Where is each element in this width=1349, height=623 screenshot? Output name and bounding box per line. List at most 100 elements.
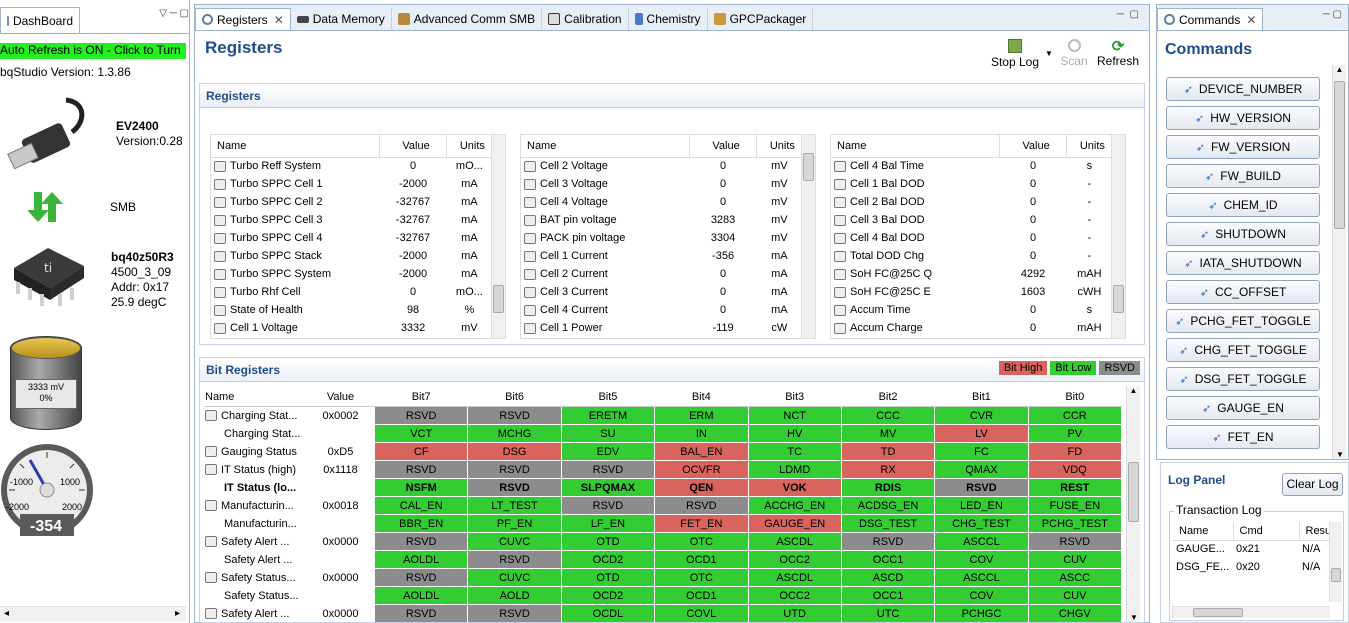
- refresh-button[interactable]: ⟳ Refresh: [1095, 39, 1141, 68]
- stop-log-button[interactable]: Stop Log: [985, 39, 1045, 69]
- table-row[interactable]: Accum Time 0 s: [831, 301, 1113, 319]
- register-header[interactable]: Units: [756, 135, 804, 158]
- table-row[interactable]: IT Status (lo... NSFM RSVD SLPQMAX QEN VOK RDI…: [204, 478, 1122, 497]
- table-row[interactable]: Cell 4 Bal DOD 0 -: [831, 229, 1113, 247]
- bit-registers-vscroll[interactable]: ▲ ▼: [1126, 386, 1140, 622]
- bit-cell[interactable]: ASCCL: [934, 568, 1029, 587]
- table-row[interactable]: Safety Status... AOLDL AOLD OCD2 OCD1 OCC2 OCC…: [204, 586, 1122, 605]
- bit-cell[interactable]: CUV: [1027, 550, 1122, 569]
- table-row[interactable]: Cell 2 Current 0 mA: [521, 265, 803, 283]
- bit-cell[interactable]: TD: [840, 442, 936, 461]
- bit-scroll-thumb[interactable]: [1128, 462, 1139, 522]
- bit-cell[interactable]: OTD: [560, 568, 656, 587]
- table-row[interactable]: Accum Charge 0 mAH: [831, 319, 1113, 337]
- bit-cell[interactable]: TC: [747, 442, 842, 461]
- bit-cell[interactable]: CUVC: [467, 532, 562, 551]
- log-header-cmd[interactable]: Cmd: [1233, 522, 1300, 541]
- table-row[interactable]: Turbo SPPC Stack -2000 mA: [211, 247, 493, 265]
- bit-cell[interactable]: OCD2: [560, 586, 656, 605]
- table-row[interactable]: PACK pin voltage 3304 mV: [521, 229, 803, 247]
- bit-header[interactable]: Bit1: [934, 386, 1029, 407]
- register-table-vscroll[interactable]: [1111, 135, 1125, 338]
- bit-cell[interactable]: ASCDL: [747, 532, 842, 551]
- bit-cell[interactable]: PCHGC: [934, 604, 1029, 622]
- bit-cell[interactable]: CUVC: [467, 568, 562, 587]
- bit-cell[interactable]: OCC1: [840, 550, 936, 569]
- scan-button[interactable]: Scan: [1057, 39, 1091, 68]
- table-row[interactable]: GAUGE... 0x21 N/A: [1173, 540, 1331, 558]
- bit-cell[interactable]: OCD2: [560, 550, 656, 569]
- bit-cell[interactable]: LF_EN: [560, 514, 656, 533]
- bit-cell[interactable]: UTD: [747, 604, 842, 622]
- bit-cell[interactable]: FET_EN: [654, 514, 749, 533]
- tab-chemistry[interactable]: Chemistry: [629, 8, 708, 30]
- bit-cell[interactable]: RX: [840, 460, 936, 479]
- tab-dashboard[interactable]: DashBoard: [0, 7, 80, 33]
- command-button[interactable]: ➶ FET_EN: [1166, 425, 1320, 449]
- bit-cell[interactable]: OCVFR: [654, 460, 749, 479]
- bit-cell[interactable]: ASCD: [840, 568, 936, 587]
- bit-cell[interactable]: AOLD: [467, 586, 562, 605]
- bit-cell[interactable]: MCHG: [467, 424, 562, 443]
- table-row[interactable]: Cell 4 Voltage 0 mV: [521, 193, 803, 211]
- tab-calibration[interactable]: Calibration: [542, 8, 629, 30]
- tab-commands[interactable]: Commands ✕: [1157, 8, 1264, 30]
- table-row[interactable]: Turbo SPPC Cell 2 -32767 mA: [211, 193, 493, 211]
- bit-cell[interactable]: COV: [934, 550, 1029, 569]
- bit-cell[interactable]: RSVD: [560, 496, 656, 515]
- command-button[interactable]: ➶ CHEM_ID: [1166, 193, 1320, 217]
- register-header[interactable]: Units: [1066, 135, 1114, 158]
- dashboard-hscroll[interactable]: ◂ ▸: [0, 606, 186, 622]
- bit-cell[interactable]: DSG: [467, 442, 562, 461]
- bit-cell[interactable]: LV: [934, 424, 1029, 443]
- command-button[interactable]: ➶ HW_VERSION: [1166, 106, 1320, 130]
- bit-cell[interactable]: OCD1: [654, 586, 749, 605]
- bit-cell[interactable]: RSVD: [840, 532, 936, 551]
- bit-cell[interactable]: ACDSG_EN: [840, 496, 936, 515]
- bit-cell[interactable]: BAL_EN: [654, 442, 749, 461]
- table-row[interactable]: IT Status (high) 0x1118 RSVD RSVD RSVD OCVFR L…: [204, 460, 1122, 479]
- bit-cell[interactable]: IN: [654, 424, 749, 443]
- bit-cell[interactable]: AOLDL: [373, 586, 469, 605]
- bit-cell[interactable]: ASCC: [1027, 568, 1122, 587]
- bit-cell[interactable]: CVR: [934, 406, 1029, 425]
- bit-cell[interactable]: NSFM: [373, 478, 469, 497]
- register-table-vscroll[interactable]: [491, 135, 505, 338]
- commands-scroll-thumb[interactable]: [1334, 81, 1345, 229]
- bit-cell[interactable]: VOK: [747, 478, 842, 497]
- bit-cell[interactable]: RSVD: [934, 478, 1029, 497]
- bit-cell[interactable]: PV: [1027, 424, 1122, 443]
- bit-cell[interactable]: RSVD: [467, 478, 562, 497]
- close-icon[interactable]: ✕: [1246, 13, 1256, 27]
- command-button[interactable]: ➶ DSG_FET_TOGGLE: [1166, 367, 1320, 391]
- commands-vscroll[interactable]: ▲ ▼: [1332, 65, 1346, 459]
- bit-cell[interactable]: RSVD: [373, 406, 469, 425]
- bit-cell[interactable]: COVL: [654, 604, 749, 622]
- tab-data-memory[interactable]: Data Memory: [291, 8, 392, 30]
- bit-cell[interactable]: SU: [560, 424, 656, 443]
- bit-cell[interactable]: ASCDL: [747, 568, 842, 587]
- bit-cell[interactable]: CHG_TEST: [934, 514, 1029, 533]
- command-button[interactable]: ➶ CC_OFFSET: [1166, 280, 1320, 304]
- bit-cell[interactable]: RSVD: [373, 568, 469, 587]
- command-button[interactable]: ➶ PCHG_FET_TOGGLE: [1166, 309, 1320, 333]
- close-icon[interactable]: ✕: [274, 13, 284, 27]
- command-button[interactable]: ➶ CHG_FET_TOGGLE: [1166, 338, 1320, 362]
- bit-cell[interactable]: OCD1: [654, 550, 749, 569]
- bit-header[interactable]: Bit6: [467, 386, 562, 407]
- log-header-name[interactable]: Name: [1173, 522, 1234, 541]
- table-row[interactable]: Cell 2 Voltage 0 mV: [521, 157, 803, 175]
- register-header[interactable]: Units: [446, 135, 494, 158]
- bit-cell[interactable]: FC: [934, 442, 1029, 461]
- command-button[interactable]: ➶ IATA_SHUTDOWN: [1166, 251, 1320, 275]
- bit-cell[interactable]: OTD: [560, 532, 656, 551]
- table-row[interactable]: Charging Stat... 0x0002 RSVD RSVD ERETM ERM NC…: [204, 406, 1122, 425]
- bit-cell[interactable]: QMAX: [934, 460, 1029, 479]
- bit-cell[interactable]: RSVD: [373, 532, 469, 551]
- bit-cell[interactable]: CCC: [840, 406, 936, 425]
- bit-cell[interactable]: COV: [934, 586, 1029, 605]
- bit-cell[interactable]: CUV: [1027, 586, 1122, 605]
- bit-header[interactable]: Value: [306, 386, 375, 407]
- editor-window-controls[interactable]: ─ ▢: [1117, 9, 1139, 20]
- bit-cell[interactable]: OTC: [654, 532, 749, 551]
